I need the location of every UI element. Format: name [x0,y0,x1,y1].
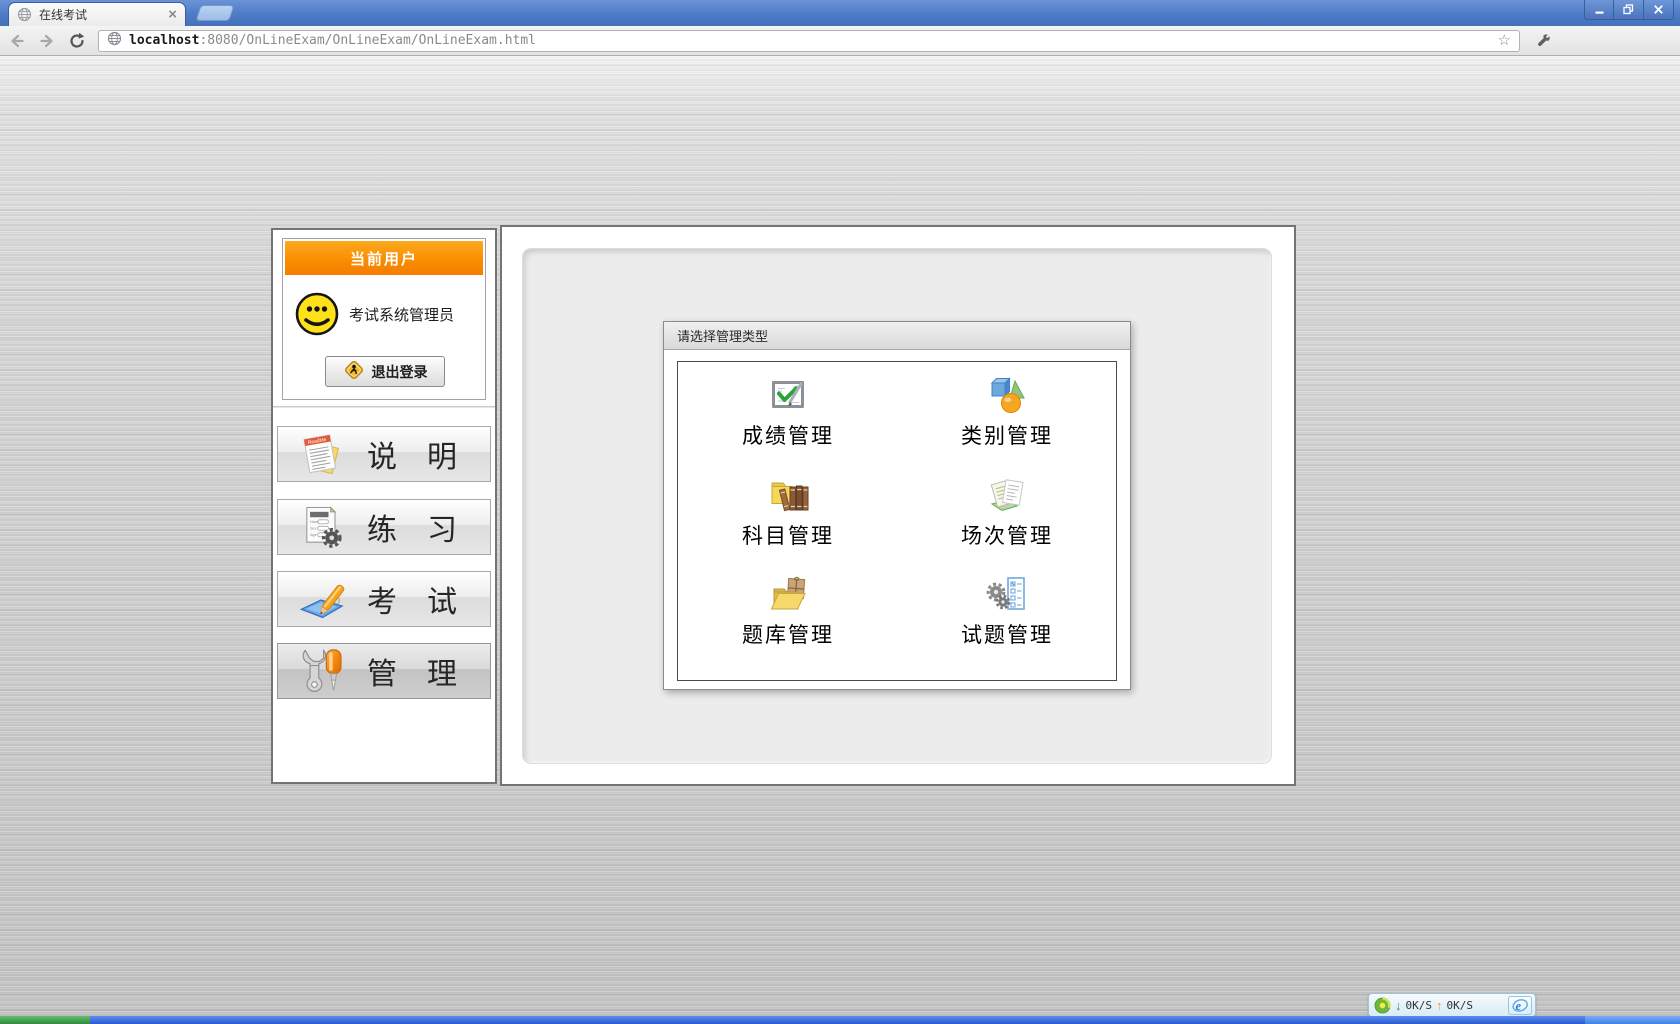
dialog-item-label: 成绩管理 [742,420,834,450]
user-row: 考试系统管理员 [293,283,481,345]
logout-button[interactable]: 退出登录 [325,356,445,387]
taskbar-edge[interactable] [90,1016,1585,1024]
dialog-item-question[interactable]: 试题管理 [898,572,1116,671]
logout-sign-icon [343,359,365,384]
menu-wrench-icon[interactable] [1530,29,1556,53]
current-user-panel: 当前用户 考试系统管理员 退出登录 [282,238,486,400]
globe-favicon-icon [17,7,32,22]
tab-close-icon[interactable]: × [168,7,177,22]
address-bar[interactable]: localhost:8080/OnLineExam/OnLineExam/OnL… [98,30,1520,52]
new-tab-button[interactable] [195,5,234,21]
url-text: localhost:8080/OnLineExam/OnLineExam/OnL… [129,33,536,48]
sidebar-item-practice[interactable]: Name Sex Age 练 习 [277,499,491,555]
sidebar-item-exam[interactable]: 考 试 [277,571,491,627]
reload-button[interactable] [64,29,90,53]
internet-explorer-icon[interactable]: e [1508,996,1532,1015]
logout-label: 退出登录 [372,362,428,382]
sidebar-item-label: 说 明 [348,432,476,476]
window-controls [1584,0,1674,20]
download-speed: 0K/S [1406,999,1433,1012]
dialog-title: 请选择管理类型 [664,322,1130,350]
svg-text:Sex: Sex [310,527,316,531]
start-button-edge[interactable] [0,1016,90,1024]
dialog-item-label: 类别管理 [961,420,1053,450]
restore-button[interactable] [1614,0,1644,20]
subject-books-icon [766,473,810,517]
sidebar-item-label: 练 习 [348,505,476,549]
page-background: 当前用户 考试系统管理员 退出登录 [0,56,1680,1024]
dialog-item-subject[interactable]: 科目管理 [678,473,898,572]
question-gears-icon [985,572,1029,616]
browser-titlebar[interactable]: 在线考试 × [0,0,1680,26]
management-dialog: 请选择管理类型 [663,321,1131,690]
browser-window: 在线考试 × loc [0,0,1680,1024]
dialog-item-session[interactable]: 场次管理 [898,473,1116,572]
user-avatar-smiley-icon [293,290,341,338]
management-grid: 成绩管理 类别 [678,362,1116,671]
dialog-item-score[interactable]: 成绩管理 [678,373,898,473]
svg-text:Age: Age [310,533,317,537]
download-manager-icon [1374,997,1391,1014]
browser-toolbar: localhost:8080/OnLineExam/OnLineExam/OnL… [0,26,1680,56]
dialog-item-bank[interactable]: 题库管理 [678,572,898,671]
upload-speed: 0K/S [1447,999,1474,1012]
dialog-item-label: 场次管理 [961,520,1053,550]
url-host: localhost [129,33,199,48]
sidebar-divider [273,406,495,408]
tab-title: 在线考试 [39,6,168,23]
category-shapes-icon [985,373,1029,417]
url-path: :8080/OnLineExam/OnLineExam/OnLineExam.h… [199,33,536,48]
dialog-item-label: 科目管理 [742,520,834,550]
user-name: 考试系统管理员 [349,304,454,325]
close-button[interactable] [1644,0,1674,20]
sidebar-item-manage[interactable]: 管 理 [277,643,491,699]
sidebar-item-label: 考 试 [348,577,476,621]
manage-tools-icon [296,645,348,697]
readme-document-icon: ReadMe [296,428,348,480]
site-globe-icon [107,31,122,51]
bookmark-star-icon[interactable]: ☆ [1498,33,1511,48]
svg-text:e: e [1516,999,1522,1013]
dialog-item-label: 题库管理 [742,619,834,649]
dialog-item-category[interactable]: 类别管理 [898,373,1116,473]
exam-pencil-icon [296,573,348,625]
back-button[interactable] [4,29,30,53]
bank-package-icon [766,572,810,616]
sidebar-panel: 当前用户 考试系统管理员 退出登录 [271,228,497,784]
current-user-header: 当前用户 [285,241,483,275]
download-arrow-icon: ↓ [1395,998,1402,1013]
score-check-icon [766,373,810,417]
sidebar-item-label: 管 理 [348,649,476,693]
taskbar [0,1016,1680,1024]
practice-form-icon: Name Sex Age [296,501,348,553]
minimize-button[interactable] [1584,0,1614,20]
upload-arrow-icon: ↑ [1436,998,1443,1013]
session-notes-icon [985,473,1029,517]
dialog-inner-box: 成绩管理 类别 [677,361,1117,681]
forward-button[interactable] [34,29,60,53]
sidebar-item-instructions[interactable]: ReadMe 说 明 [277,426,491,482]
taskbar-tray-edge[interactable] [1585,1016,1680,1024]
browser-tab[interactable]: 在线考试 × [8,2,186,26]
speed-widget[interactable]: ↓ 0K/S ↑ 0K/S e [1368,993,1536,1017]
dialog-item-label: 试题管理 [961,619,1053,649]
